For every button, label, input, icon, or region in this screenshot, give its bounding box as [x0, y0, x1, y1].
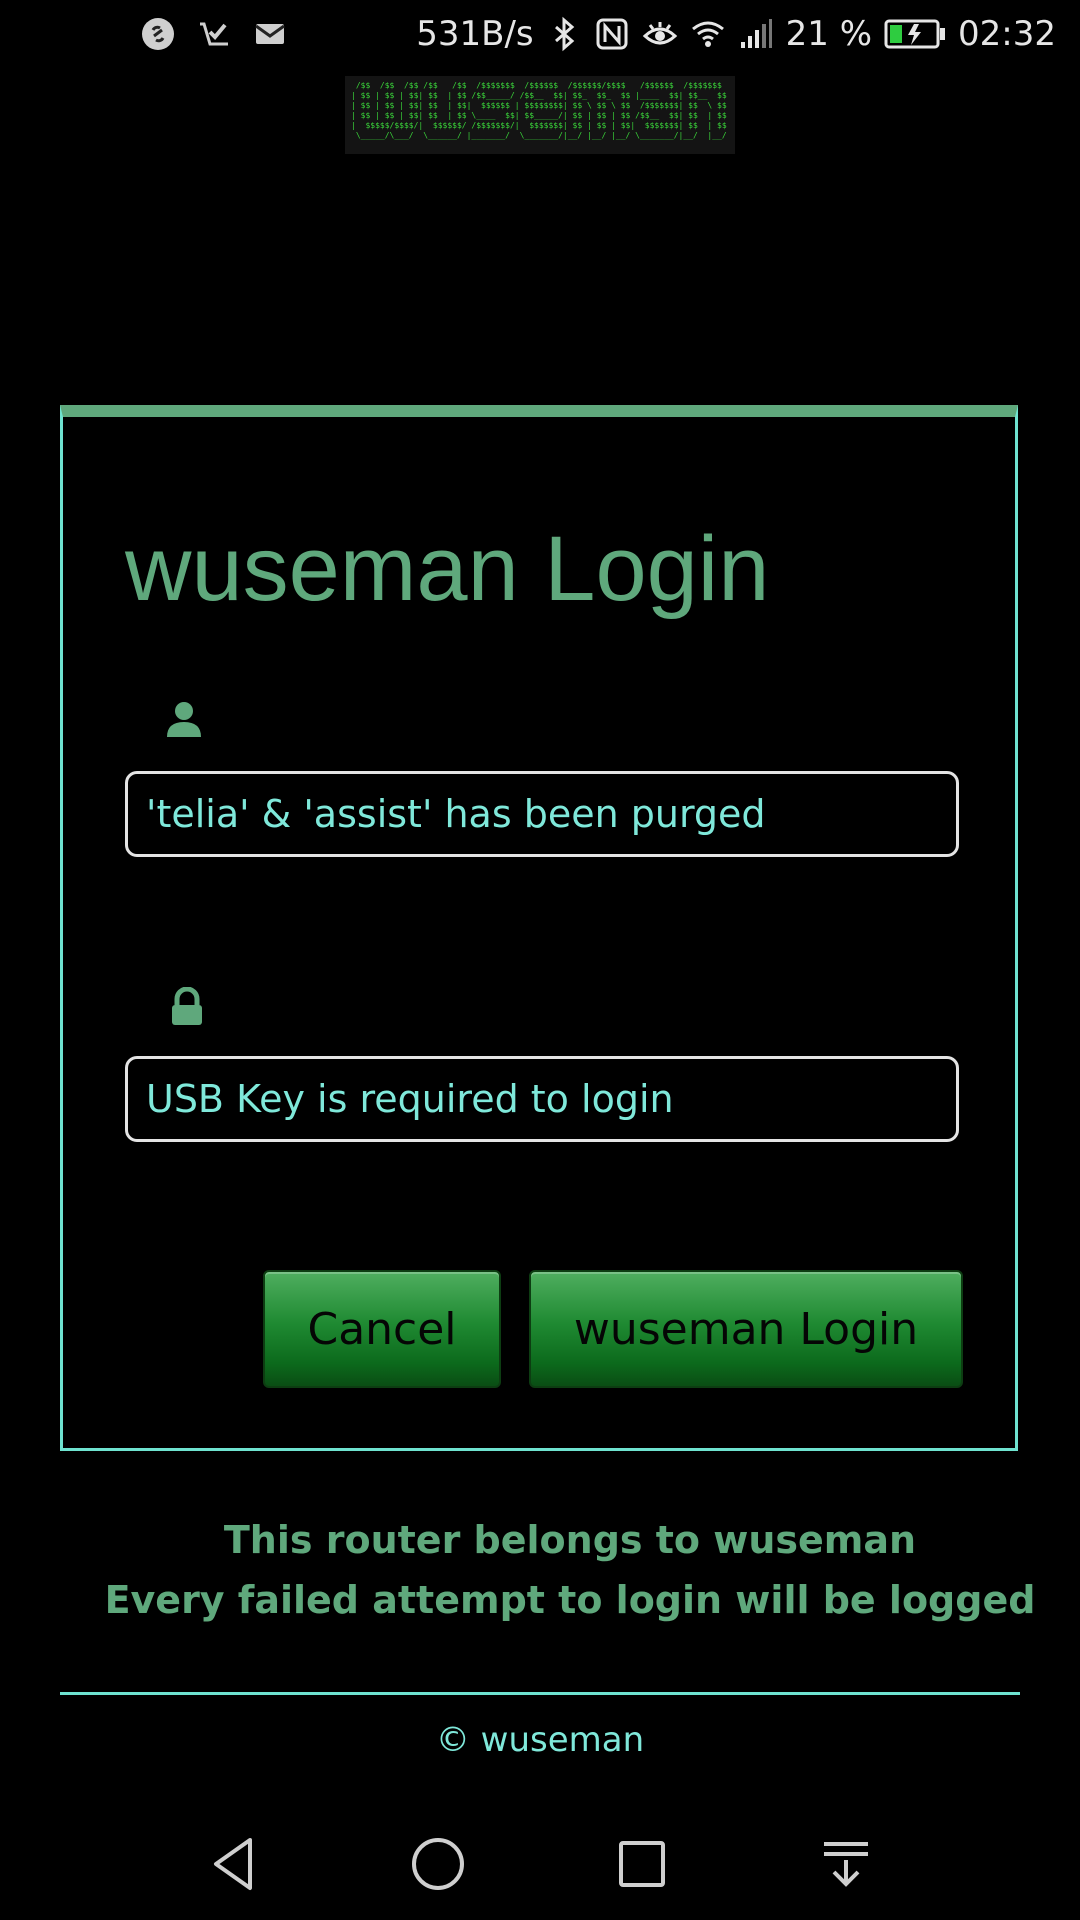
login-button[interactable]: wuseman Login: [529, 1270, 963, 1388]
eye-comfort-icon: [642, 22, 677, 45]
inbox-check-icon: [200, 22, 228, 46]
ascii-banner: /$$ /$$ /$$ /$$ /$$ /$$$$$$$ /$$$$$$ /$$…: [345, 76, 735, 154]
recents-icon[interactable]: [610, 1832, 674, 1896]
clock: 02:32: [958, 14, 1056, 54]
notice-line-2: Every failed attempt to login will be lo…: [104, 1578, 1036, 1622]
copyright-text: © wuseman: [435, 1720, 645, 1760]
password-input[interactable]: [125, 1056, 959, 1142]
ascii-art: /$$ /$$ /$$ /$$ /$$ /$$$$$$$ /$$$$$$ /$$…: [351, 81, 727, 140]
back-icon[interactable]: [202, 1832, 266, 1896]
status-left-icons: [140, 16, 288, 52]
notice-line-1: This router belongs to wuseman: [223, 1518, 917, 1562]
home-icon[interactable]: [406, 1832, 470, 1896]
login-card: wuseman Login Cancel wuseman Login: [60, 405, 1018, 1451]
notification-pull-icon[interactable]: [814, 1832, 878, 1896]
net-speed: 531B/s: [416, 14, 534, 54]
signal-icon: [740, 19, 772, 48]
bluetooth-icon: [554, 16, 574, 52]
battery-charging-icon: [884, 19, 946, 49]
battery-percent: 21 %: [785, 14, 873, 54]
username-input[interactable]: [125, 771, 959, 857]
footer-divider: [60, 1692, 1020, 1695]
ownership-notice: This router belongs to wuseman Every fai…: [60, 1510, 1080, 1630]
nfc-icon: [596, 18, 628, 50]
status-right-icons: 531B/s 21 % 02:32: [416, 14, 1056, 54]
shazam-icon: [142, 18, 174, 50]
wifi-icon: [691, 21, 724, 47]
navigation-bar: [0, 1808, 1080, 1920]
login-title: wuseman Login: [125, 518, 770, 620]
user-icon: [167, 702, 201, 737]
cancel-button[interactable]: Cancel: [263, 1270, 501, 1388]
mail-icon: [255, 24, 285, 44]
lock-icon: [172, 987, 202, 1025]
status-bar: 531B/s 21 % 02:32: [0, 0, 1080, 74]
